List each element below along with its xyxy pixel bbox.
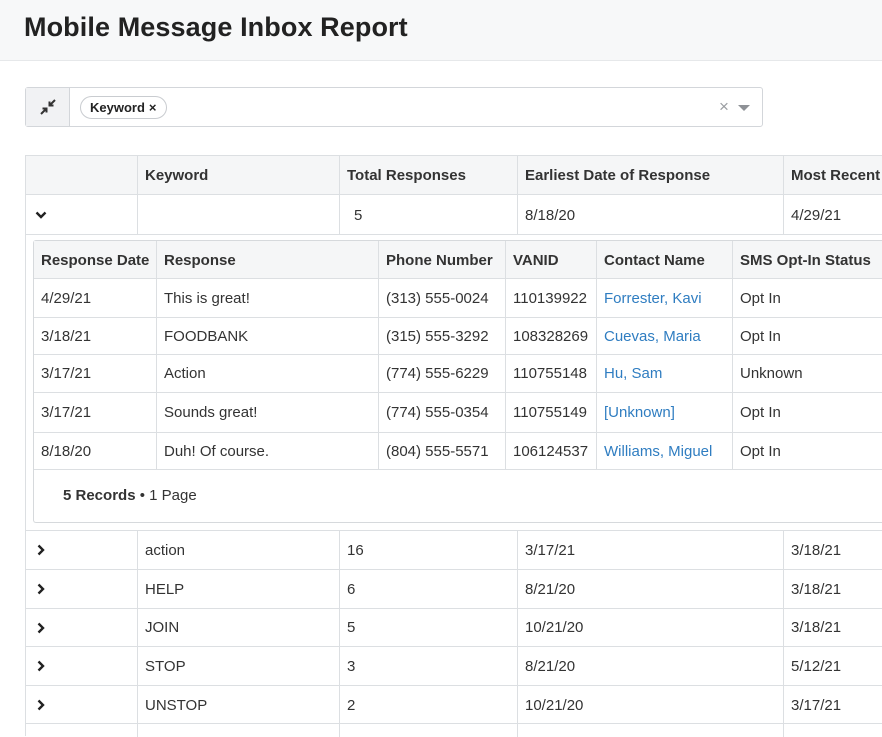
detail-header-response[interactable]: Response xyxy=(164,241,236,279)
cell-earliest: 10/21/20 xyxy=(525,619,584,636)
cell-total: 2 xyxy=(347,696,356,714)
cell-recent: 5/12/21 xyxy=(791,657,842,675)
detail-header-phone[interactable]: Phone Number xyxy=(386,241,493,279)
records-count: 5 Records xyxy=(63,487,136,504)
filter-bar: Keyword × × xyxy=(25,87,763,127)
contact-link[interactable]: Cuevas, Maria xyxy=(604,318,701,354)
detail-sms-status: Unknown xyxy=(740,365,803,382)
detail-phone: (774) 555-0354 xyxy=(386,404,489,421)
column-header-earliest-date[interactable]: Earliest Date of Response xyxy=(525,156,710,195)
detail-vanid: 110755148 xyxy=(513,365,587,382)
detail-sms-status: Opt In xyxy=(740,404,781,421)
chevron-down-icon xyxy=(35,211,47,219)
row-toggle[interactable] xyxy=(35,686,47,724)
row-toggle[interactable] xyxy=(35,609,47,646)
cell-total: 5 xyxy=(354,206,363,224)
cell-total: 3 xyxy=(347,657,356,675)
pagination-summary: 5 Records • 1 Page xyxy=(63,487,197,504)
caret-down-icon[interactable] xyxy=(738,105,750,111)
cell-keyword: STOP xyxy=(145,657,186,675)
detail-sms-status: Opt In xyxy=(740,290,781,307)
detail-date: 3/17/21 xyxy=(41,365,92,382)
cell-earliest: 8/21/20 xyxy=(525,580,576,598)
cell-total: 16 xyxy=(347,541,364,559)
chevron-right-icon xyxy=(37,583,45,595)
chevron-right-icon xyxy=(37,544,45,556)
row-toggle[interactable] xyxy=(35,531,47,569)
cell-recent: 3/18/21 xyxy=(791,619,842,636)
collapse-arrows-icon xyxy=(39,99,56,115)
page-count: 1 Page xyxy=(149,487,197,504)
cell-total: 6 xyxy=(347,580,356,598)
row-toggle[interactable] xyxy=(35,570,47,608)
cell-recent: 3/18/21 xyxy=(791,580,842,598)
cell-keyword: HELP xyxy=(145,580,185,598)
detail-vanid: 106124537 xyxy=(513,442,589,460)
column-header-most-recent[interactable]: Most Recent xyxy=(791,156,880,195)
cell-keyword: JOIN xyxy=(145,619,180,636)
detail-phone: (774) 555-6229 xyxy=(386,365,489,382)
filter-chip-keyword[interactable]: Keyword × xyxy=(80,96,167,119)
filter-chip-label: Keyword xyxy=(90,100,145,115)
cell-earliest: 8/21/20 xyxy=(525,657,576,675)
remove-chip-icon[interactable]: × xyxy=(149,100,157,115)
detail-response: This is great! xyxy=(164,290,250,307)
contact-link[interactable]: [Unknown] xyxy=(604,393,675,432)
detail-date: 4/29/21 xyxy=(41,290,92,307)
detail-sms-status: Opt In xyxy=(740,442,781,460)
detail-response: Duh! Of course. xyxy=(164,442,270,460)
column-header-keyword[interactable]: Keyword xyxy=(145,156,208,195)
contact-link[interactable]: Williams, Miguel xyxy=(604,433,712,469)
page-header: Mobile Message Inbox Report xyxy=(0,0,882,61)
detail-phone: (313) 555-0024 xyxy=(386,290,489,307)
detail-response: FOODBANK xyxy=(164,327,249,345)
chevron-right-icon xyxy=(37,622,45,633)
detail-header-contact[interactable]: Contact Name xyxy=(604,241,705,279)
row-toggle[interactable] xyxy=(35,647,47,685)
column-header-total-responses[interactable]: Total Responses xyxy=(347,156,466,195)
contact-link[interactable]: Forrester, Kavi xyxy=(604,280,702,317)
detail-sms-status: Opt In xyxy=(740,327,781,345)
detail-date: 3/17/21 xyxy=(41,404,92,421)
detail-vanid: 110139922 xyxy=(513,290,587,307)
detail-date: 8/18/20 xyxy=(41,442,92,460)
contact-link[interactable]: Hu, Sam xyxy=(604,355,662,392)
cell-recent: 4/29/21 xyxy=(791,206,842,224)
clear-icon[interactable]: × xyxy=(719,97,729,117)
chevron-right-icon xyxy=(37,699,45,711)
detail-vanid: 110755149 xyxy=(513,404,587,421)
detail-header-sms-status[interactable]: SMS Opt-In Status xyxy=(740,241,871,279)
detail-response: Action xyxy=(164,365,206,382)
detail-phone: (804) 555-5571 xyxy=(386,442,489,460)
detail-response: Sounds great! xyxy=(164,404,258,421)
cell-earliest: 8/18/20 xyxy=(525,206,576,224)
detail-date: 3/18/21 xyxy=(41,327,92,345)
collapse-filters-button[interactable] xyxy=(26,88,70,126)
detail-header-response-date[interactable]: Response Date xyxy=(41,241,149,279)
row-toggle[interactable] xyxy=(35,196,47,234)
cell-total: 5 xyxy=(347,619,356,636)
cell-keyword: action xyxy=(145,541,186,559)
page-title: Mobile Message Inbox Report xyxy=(24,12,408,42)
chevron-right-icon xyxy=(37,660,45,672)
cell-earliest: 10/21/20 xyxy=(525,696,584,714)
separator: • xyxy=(135,487,150,504)
detail-vanid: 108328269 xyxy=(513,327,589,345)
detail-table-panel: Response Date Response Phone Number VANI… xyxy=(33,240,882,523)
cell-keyword: UNSTOP xyxy=(145,696,208,714)
cell-recent: 3/18/21 xyxy=(791,541,842,559)
detail-phone: (315) 555-3292 xyxy=(386,327,489,345)
detail-header-vanid[interactable]: VANID xyxy=(513,241,559,279)
cell-earliest: 3/17/21 xyxy=(525,541,576,559)
cell-recent: 3/17/21 xyxy=(791,696,842,714)
